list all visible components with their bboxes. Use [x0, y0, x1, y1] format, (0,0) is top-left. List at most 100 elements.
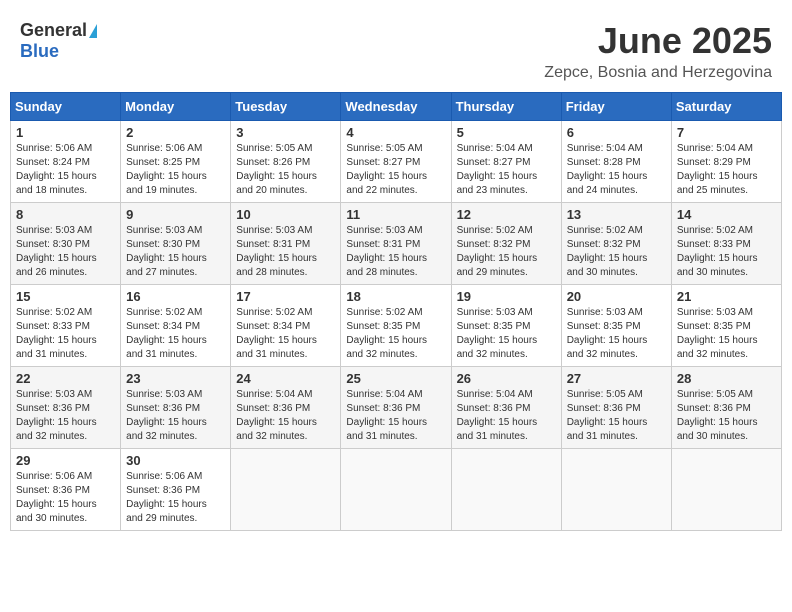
calendar-cell: 19 Sunrise: 5:03 AMSunset: 8:35 PMDayligh…: [451, 285, 561, 367]
calendar-week-3: 15 Sunrise: 5:02 AMSunset: 8:33 PMDayligh…: [11, 285, 782, 367]
day-info: Sunrise: 5:03 AMSunset: 8:36 PMDaylight:…: [126, 389, 207, 442]
day-number: 10: [236, 207, 335, 222]
day-info: Sunrise: 5:03 AMSunset: 8:35 PMDaylight:…: [677, 307, 758, 360]
day-number: 17: [236, 289, 335, 304]
logo-blue-text: Blue: [20, 41, 59, 62]
day-info: Sunrise: 5:03 AMSunset: 8:36 PMDaylight:…: [16, 389, 97, 442]
day-number: 27: [567, 371, 666, 386]
calendar-cell: 20 Sunrise: 5:03 AMSunset: 8:35 PMDayligh…: [561, 285, 671, 367]
day-number: 12: [457, 207, 556, 222]
day-number: 6: [567, 125, 666, 140]
calendar-cell: 16 Sunrise: 5:02 AMSunset: 8:34 PMDayligh…: [121, 285, 231, 367]
day-info: Sunrise: 5:06 AMSunset: 8:25 PMDaylight:…: [126, 143, 207, 196]
weekday-header-friday: Friday: [561, 93, 671, 121]
calendar-cell: 22 Sunrise: 5:03 AMSunset: 8:36 PMDayligh…: [11, 367, 121, 449]
day-number: 26: [457, 371, 556, 386]
calendar-cell: 18Sunrise: 5:02 AMSunset: 8:35 PMDayligh…: [341, 285, 451, 367]
calendar-cell: 28 Sunrise: 5:05 AMSunset: 8:36 PMDayligh…: [671, 367, 781, 449]
calendar-cell: [561, 449, 671, 531]
day-number: 19: [457, 289, 556, 304]
header: General Blue June 2025 Zepce, Bosnia and…: [10, 10, 782, 87]
day-info: Sunrise: 5:05 AMSunset: 8:26 PMDaylight:…: [236, 143, 317, 196]
calendar-cell: 26Sunrise: 5:04 AMSunset: 8:36 PMDayligh…: [451, 367, 561, 449]
calendar-week-2: 8 Sunrise: 5:03 AMSunset: 8:30 PMDaylight…: [11, 203, 782, 285]
day-info: Sunrise: 5:06 AMSunset: 8:36 PMDaylight:…: [16, 471, 97, 524]
calendar-cell: 12 Sunrise: 5:02 AMSunset: 8:32 PMDayligh…: [451, 203, 561, 285]
calendar-cell: 13 Sunrise: 5:02 AMSunset: 8:32 PMDayligh…: [561, 203, 671, 285]
day-number: 7: [677, 125, 776, 140]
calendar-cell: [451, 449, 561, 531]
day-info: Sunrise: 5:02 AMSunset: 8:32 PMDaylight:…: [567, 225, 648, 278]
day-number: 13: [567, 207, 666, 222]
day-info: Sunrise: 5:05 AMSunset: 8:27 PMDaylight:…: [346, 143, 427, 196]
weekday-header-wednesday: Wednesday: [341, 93, 451, 121]
day-number: 21: [677, 289, 776, 304]
logo-general-text: General: [20, 20, 87, 41]
day-info: Sunrise: 5:03 AMSunset: 8:31 PMDaylight:…: [236, 225, 317, 278]
calendar-cell: 29Sunrise: 5:06 AMSunset: 8:36 PMDayligh…: [11, 449, 121, 531]
day-info: Sunrise: 5:02 AMSunset: 8:32 PMDaylight:…: [457, 225, 538, 278]
calendar-cell: [671, 449, 781, 531]
day-number: 5: [457, 125, 556, 140]
weekday-header-thursday: Thursday: [451, 93, 561, 121]
day-number: 3: [236, 125, 335, 140]
calendar-week-5: 29Sunrise: 5:06 AMSunset: 8:36 PMDayligh…: [11, 449, 782, 531]
weekday-header-saturday: Saturday: [671, 93, 781, 121]
logo: General Blue: [20, 20, 97, 62]
day-info: Sunrise: 5:04 AMSunset: 8:29 PMDaylight:…: [677, 143, 758, 196]
day-info: Sunrise: 5:02 AMSunset: 8:34 PMDaylight:…: [236, 307, 317, 360]
day-number: 11: [346, 207, 445, 222]
calendar-cell: 4 Sunrise: 5:05 AMSunset: 8:27 PMDaylight…: [341, 121, 451, 203]
day-info: Sunrise: 5:03 AMSunset: 8:35 PMDaylight:…: [567, 307, 648, 360]
calendar-week-1: 1Sunrise: 5:06 AMSunset: 8:24 PMDaylight…: [11, 121, 782, 203]
day-number: 4: [346, 125, 445, 140]
calendar-cell: [231, 449, 341, 531]
calendar-week-4: 22 Sunrise: 5:03 AMSunset: 8:36 PMDayligh…: [11, 367, 782, 449]
calendar-cell: 21 Sunrise: 5:03 AMSunset: 8:35 PMDayligh…: [671, 285, 781, 367]
weekday-header-monday: Monday: [121, 93, 231, 121]
calendar-cell: 2 Sunrise: 5:06 AMSunset: 8:25 PMDaylight…: [121, 121, 231, 203]
day-number: 20: [567, 289, 666, 304]
day-info: Sunrise: 5:04 AMSunset: 8:27 PMDaylight:…: [457, 143, 538, 196]
calendar-cell: 30Sunrise: 5:06 AMSunset: 8:36 PMDayligh…: [121, 449, 231, 531]
calendar: SundayMondayTuesdayWednesdayThursdayFrid…: [10, 92, 782, 531]
day-number: 8: [16, 207, 115, 222]
month-title: June 2025: [544, 20, 772, 62]
day-number: 15: [16, 289, 115, 304]
calendar-cell: 3 Sunrise: 5:05 AMSunset: 8:26 PMDaylight…: [231, 121, 341, 203]
logo-icon: [89, 24, 97, 38]
day-number: 9: [126, 207, 225, 222]
day-number: 1: [16, 125, 115, 140]
calendar-cell: 23 Sunrise: 5:03 AMSunset: 8:36 PMDayligh…: [121, 367, 231, 449]
day-info: Sunrise: 5:03 AMSunset: 8:30 PMDaylight:…: [16, 225, 97, 278]
title-area: June 2025 Zepce, Bosnia and Herzegovina: [544, 20, 772, 82]
day-number: 16: [126, 289, 225, 304]
calendar-cell: 8 Sunrise: 5:03 AMSunset: 8:30 PMDaylight…: [11, 203, 121, 285]
day-number: 23: [126, 371, 225, 386]
day-number: 22: [16, 371, 115, 386]
day-number: 24: [236, 371, 335, 386]
day-info: Sunrise: 5:03 AMSunset: 8:35 PMDaylight:…: [457, 307, 538, 360]
day-info: Sunrise: 5:02 AMSunset: 8:33 PMDaylight:…: [16, 307, 97, 360]
day-info: Sunrise: 5:02 AMSunset: 8:34 PMDaylight:…: [126, 307, 207, 360]
day-info: Sunrise: 5:05 AMSunset: 8:36 PMDaylight:…: [567, 389, 648, 442]
day-number: 18: [346, 289, 445, 304]
day-info: Sunrise: 5:04 AMSunset: 8:36 PMDaylight:…: [346, 389, 427, 442]
calendar-cell: 14Sunrise: 5:02 AMSunset: 8:33 PMDayligh…: [671, 203, 781, 285]
location-title: Zepce, Bosnia and Herzegovina: [544, 64, 772, 82]
calendar-cell: 7 Sunrise: 5:04 AMSunset: 8:29 PMDaylight…: [671, 121, 781, 203]
day-number: 14: [677, 207, 776, 222]
day-info: Sunrise: 5:06 AMSunset: 8:36 PMDaylight:…: [126, 471, 207, 524]
calendar-cell: 17 Sunrise: 5:02 AMSunset: 8:34 PMDayligh…: [231, 285, 341, 367]
calendar-cell: 15 Sunrise: 5:02 AMSunset: 8:33 PMDayligh…: [11, 285, 121, 367]
calendar-cell: 1Sunrise: 5:06 AMSunset: 8:24 PMDaylight…: [11, 121, 121, 203]
day-number: 2: [126, 125, 225, 140]
calendar-cell: [341, 449, 451, 531]
day-number: 28: [677, 371, 776, 386]
day-info: Sunrise: 5:05 AMSunset: 8:36 PMDaylight:…: [677, 389, 758, 442]
weekday-header-sunday: Sunday: [11, 93, 121, 121]
calendar-cell: 24Sunrise: 5:04 AMSunset: 8:36 PMDayligh…: [231, 367, 341, 449]
day-info: Sunrise: 5:03 AMSunset: 8:31 PMDaylight:…: [346, 225, 427, 278]
calendar-cell: 27 Sunrise: 5:05 AMSunset: 8:36 PMDayligh…: [561, 367, 671, 449]
calendar-cell: 25Sunrise: 5:04 AMSunset: 8:36 PMDayligh…: [341, 367, 451, 449]
